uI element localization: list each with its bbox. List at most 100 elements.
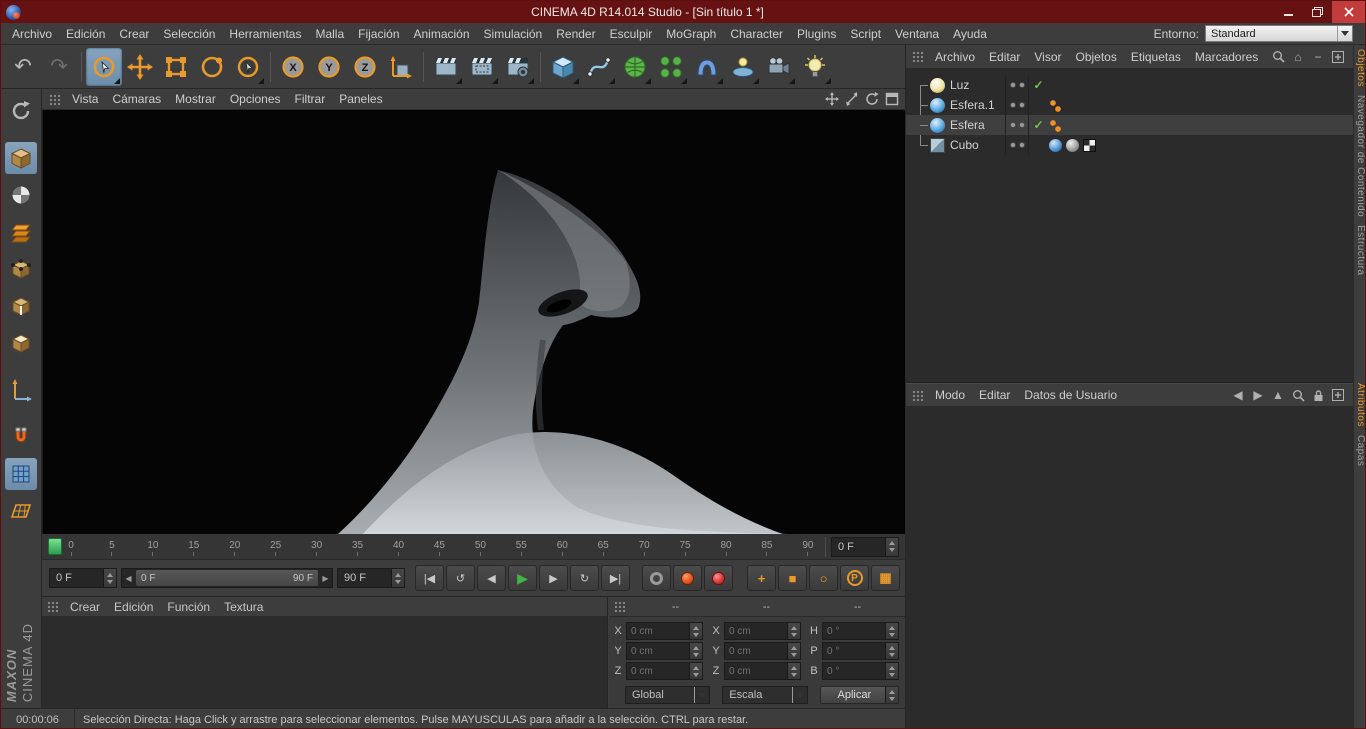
- orange-dots-tag-icon[interactable]: [1049, 99, 1062, 112]
- panel-tab-capas[interactable]: Capas: [1354, 435, 1366, 466]
- rotation-p-field[interactable]: 0 °: [822, 642, 899, 660]
- add-environment-button[interactable]: [725, 48, 761, 86]
- lock-y-axis-button[interactable]: Y: [311, 48, 347, 86]
- end-frame-stepper[interactable]: [391, 569, 404, 587]
- menu-ayuda[interactable]: Ayuda: [946, 27, 994, 41]
- frame-stepper[interactable]: [885, 538, 898, 556]
- range-slider-handle[interactable]: 0 F 90 F: [136, 570, 318, 586]
- menu-crear[interactable]: Crear: [112, 27, 156, 41]
- size-x-field[interactable]: 0 cm: [724, 622, 801, 640]
- object-menu-visor[interactable]: Visor: [1027, 50, 1068, 64]
- set-key-button[interactable]: [642, 565, 671, 591]
- environment-select[interactable]: Standard: [1205, 25, 1353, 42]
- menu-simulacion[interactable]: Simulación: [477, 27, 550, 41]
- preview-range-slider[interactable]: ◀ 0 F 90 F ▶: [121, 568, 333, 588]
- object-name[interactable]: Esfera: [950, 118, 1005, 132]
- add-panel-icon[interactable]: [1330, 49, 1346, 65]
- search-icon[interactable]: [1270, 49, 1286, 65]
- field-stepper[interactable]: [689, 663, 702, 679]
- menu-fijacion[interactable]: Fijación: [351, 27, 406, 41]
- visibility-dots[interactable]: [1005, 95, 1029, 115]
- attribute-menu-editar[interactable]: Editar: [972, 388, 1017, 402]
- start-frame-stepper[interactable]: [103, 569, 116, 587]
- object-menu-editar[interactable]: Editar: [982, 50, 1027, 64]
- field-stepper[interactable]: [689, 643, 702, 659]
- next-key-button[interactable]: ↻: [570, 565, 599, 591]
- next-frame-button[interactable]: ▶: [539, 565, 568, 591]
- size-y-field[interactable]: 0 cm: [724, 642, 801, 660]
- object-menu-marcadores[interactable]: Marcadores: [1188, 50, 1265, 64]
- apply-stepper[interactable]: [885, 687, 898, 703]
- panel-grip-icon[interactable]: [911, 389, 924, 402]
- visibility-dots[interactable]: [1005, 115, 1029, 135]
- current-frame-marker[interactable]: [48, 538, 62, 555]
- checker-tag-icon[interactable]: [1083, 139, 1096, 152]
- position-y-field[interactable]: 0 cm: [626, 642, 703, 660]
- menu-character[interactable]: Character: [723, 27, 790, 41]
- slider-right-arrow-icon[interactable]: ▶: [319, 574, 332, 583]
- undo-button[interactable]: ↶: [5, 48, 41, 86]
- slider-left-arrow-icon[interactable]: ◀: [122, 574, 135, 583]
- history-forward-icon[interactable]: ▶: [1250, 387, 1266, 403]
- object-name[interactable]: Cubo: [950, 138, 1005, 152]
- pin-icon[interactable]: ▲: [1270, 387, 1286, 403]
- visibility-dots[interactable]: [1005, 75, 1029, 95]
- render-region-button[interactable]: [464, 48, 500, 86]
- add-array-button[interactable]: [653, 48, 689, 86]
- object-menu-objetos[interactable]: Objetos: [1069, 50, 1124, 64]
- model-mode-button[interactable]: [5, 142, 37, 174]
- minimize-button[interactable]: [1274, 1, 1303, 23]
- menu-mograph[interactable]: MoGraph: [659, 27, 723, 41]
- object-row-esfera[interactable]: Esfera✓: [906, 115, 1353, 135]
- make-editable-button[interactable]: [5, 95, 37, 127]
- key-pla-toggle[interactable]: ▦: [871, 565, 900, 591]
- attribute-menu-modo[interactable]: Modo: [928, 388, 972, 402]
- menu-plugins[interactable]: Plugins: [790, 27, 843, 41]
- add-camera-button[interactable]: [761, 48, 797, 86]
- key-rotation-toggle[interactable]: ○: [809, 565, 838, 591]
- goto-end-button[interactable]: ▶|: [601, 565, 630, 591]
- add-spline-button[interactable]: [581, 48, 617, 86]
- chevron-down-icon[interactable]: [792, 687, 807, 703]
- render-view-button[interactable]: [428, 48, 464, 86]
- field-stepper[interactable]: [885, 623, 898, 639]
- menu-archivo[interactable]: Archivo: [5, 27, 59, 41]
- rotation-h-field[interactable]: 0 °: [822, 622, 899, 640]
- rotate-tool-button[interactable]: [194, 48, 230, 86]
- field-stepper[interactable]: [689, 623, 702, 639]
- panel-tab-estructura[interactable]: Estructura: [1354, 225, 1366, 276]
- panel-grip-icon[interactable]: [613, 600, 626, 613]
- panel-grip-icon[interactable]: [46, 600, 59, 613]
- coordinate-header-1[interactable]: --: [721, 601, 812, 613]
- coordinate-header-2[interactable]: --: [812, 601, 903, 613]
- redo-button[interactable]: ↷: [41, 48, 77, 86]
- workplane-mode-button[interactable]: [5, 216, 37, 248]
- autokey-button[interactable]: [704, 565, 733, 591]
- menu-animacion[interactable]: Animación: [407, 27, 477, 41]
- menu-seleccion[interactable]: Selección: [156, 27, 222, 41]
- render-settings-button[interactable]: [500, 48, 536, 86]
- attribute-menu-datos-de-usuario[interactable]: Datos de Usuario: [1017, 388, 1124, 402]
- field-stepper[interactable]: [787, 623, 800, 639]
- viewport-menu-mostrar[interactable]: Mostrar: [168, 92, 223, 106]
- menu-edicion[interactable]: Edición: [59, 27, 112, 41]
- record-objects-button[interactable]: [673, 565, 702, 591]
- coordinate-header-0[interactable]: --: [630, 601, 721, 613]
- scale-mode-dropdown[interactable]: Escala: [722, 686, 807, 704]
- panel-tab-navegador-de-contenido[interactable]: Navegador de Contenido: [1354, 95, 1366, 217]
- chevron-down-icon[interactable]: [694, 687, 709, 703]
- play-button[interactable]: ▶: [508, 565, 537, 591]
- rotate-view-button[interactable]: [863, 91, 881, 108]
- pan-view-button[interactable]: [823, 91, 841, 108]
- edges-mode-button[interactable]: [5, 290, 37, 322]
- materials-menu-crear[interactable]: Crear: [63, 600, 107, 614]
- viewport-canvas[interactable]: [42, 110, 905, 534]
- viewport-menu-vista[interactable]: Vista: [65, 92, 105, 106]
- object-menu-etiquetas[interactable]: Etiquetas: [1124, 50, 1188, 64]
- last-tool-button[interactable]: [230, 48, 266, 86]
- visibility-dots[interactable]: [1005, 135, 1029, 155]
- previous-frame-button[interactable]: ◀: [477, 565, 506, 591]
- viewport-menu-camaras[interactable]: Cámaras: [105, 92, 168, 106]
- texture-mode-button[interactable]: [5, 179, 37, 211]
- menu-esculpir[interactable]: Esculpir: [603, 27, 660, 41]
